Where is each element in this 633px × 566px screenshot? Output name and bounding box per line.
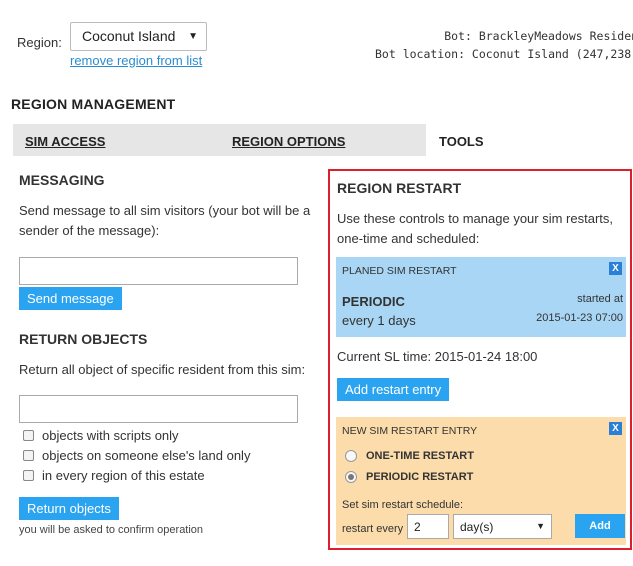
region-select-value: Coconut Island — [82, 28, 176, 44]
planned-restart-header: PLANED SIM RESTART — [342, 265, 457, 277]
region-select[interactable]: Coconut Island ▼ — [70, 22, 207, 51]
checkbox-scripts-only[interactable]: objects with scripts only — [19, 425, 314, 445]
add-button[interactable]: Add — [575, 514, 625, 538]
page-title: REGION MANAGEMENT — [11, 96, 176, 112]
radio-label: PERIODIC RESTART — [366, 471, 474, 483]
confirm-note: you will be asked to confirm operation — [19, 524, 204, 536]
return-objects-button[interactable]: Return objects — [19, 497, 119, 520]
checkbox-label: objects with scripts only — [42, 427, 179, 443]
started-date: 2015-01-23 07:00 — [536, 312, 623, 324]
send-message-button[interactable]: Send message — [19, 287, 122, 310]
planned-restart-box: PLANED SIM RESTART X PERIODIC every 1 da… — [336, 257, 626, 337]
restart-type: PERIODIC — [342, 294, 405, 309]
return-objects-description: Return all object of specific resident f… — [19, 362, 306, 377]
bot-name: Bot: BrackleyMeadows Resident — [444, 29, 633, 43]
new-restart-entry-box: NEW SIM RESTART ENTRY X ONE-TIME RESTART… — [336, 417, 626, 545]
checkbox-label: in every region of this estate — [42, 467, 205, 483]
restart-interval: every 1 days — [342, 313, 416, 328]
checkbox-label: objects on someone else's land only — [42, 447, 251, 463]
remove-region-link[interactable]: remove region from list — [70, 53, 202, 68]
started-label: started at — [577, 293, 623, 305]
new-entry-header: NEW SIM RESTART ENTRY — [342, 425, 478, 437]
return-objects-title: RETURN OBJECTS — [19, 331, 148, 347]
unit-select-value: day(s) — [460, 520, 494, 534]
add-restart-entry-button[interactable]: Add restart entry — [337, 378, 450, 401]
current-sl-time: Current SL time: 2015-01-24 18:00 — [337, 349, 538, 364]
chevron-down-icon: ▼ — [536, 521, 545, 531]
region-restart-title: REGION RESTART — [337, 180, 462, 196]
close-icon[interactable]: X — [609, 262, 622, 275]
radio-one-time[interactable]: ONE-TIME RESTART — [345, 450, 474, 462]
checkbox-icon[interactable] — [23, 449, 34, 461]
message-input[interactable] — [19, 257, 298, 285]
messaging-title: MESSAGING — [19, 172, 105, 188]
restart-every-input[interactable]: 2 — [407, 514, 449, 539]
checkbox-icon[interactable] — [23, 429, 34, 441]
tab-bar: SIM ACCESS REGION OPTIONS TOOLS — [13, 124, 633, 156]
radio-label: ONE-TIME RESTART — [366, 450, 474, 462]
radio-icon[interactable] — [345, 450, 357, 462]
chevron-down-icon: ▼ — [188, 31, 198, 42]
radio-icon[interactable] — [345, 471, 357, 483]
tab-region-options[interactable]: REGION OPTIONS — [232, 124, 345, 156]
tab-sim-access[interactable]: SIM ACCESS — [25, 124, 105, 156]
left-column: MESSAGING Send message to all sim visito… — [19, 172, 314, 536]
schedule-label: Set sim restart schedule: — [342, 499, 464, 511]
messaging-description: Send message to all sim visitors (your b… — [19, 203, 311, 238]
unit-select[interactable]: day(s) ▼ — [453, 514, 552, 539]
radio-periodic[interactable]: PERIODIC RESTART — [345, 471, 473, 483]
checkbox-others-land[interactable]: objects on someone else's land only — [19, 445, 314, 465]
bot-info: Bot: BrackleyMeadows Resident Bot locati… — [375, 27, 633, 63]
region-label: Region: — [17, 35, 62, 50]
restart-every-label: restart every — [342, 523, 404, 535]
checkbox-icon[interactable] — [23, 469, 34, 481]
region-restart-description: Use these controls to manage your sim re… — [337, 211, 614, 246]
bot-location: Bot location: Coconut Island (247,238,30… — [375, 47, 633, 61]
tab-tools[interactable]: TOOLS — [426, 124, 633, 156]
checkbox-every-region[interactable]: in every region of this estate — [19, 465, 314, 485]
top-bar: Region: Coconut Island ▼ remove region f… — [0, 0, 633, 80]
region-restart-panel: REGION RESTART Use these controls to man… — [328, 169, 632, 550]
close-icon[interactable]: X — [609, 422, 622, 435]
resident-input[interactable] — [19, 395, 298, 423]
